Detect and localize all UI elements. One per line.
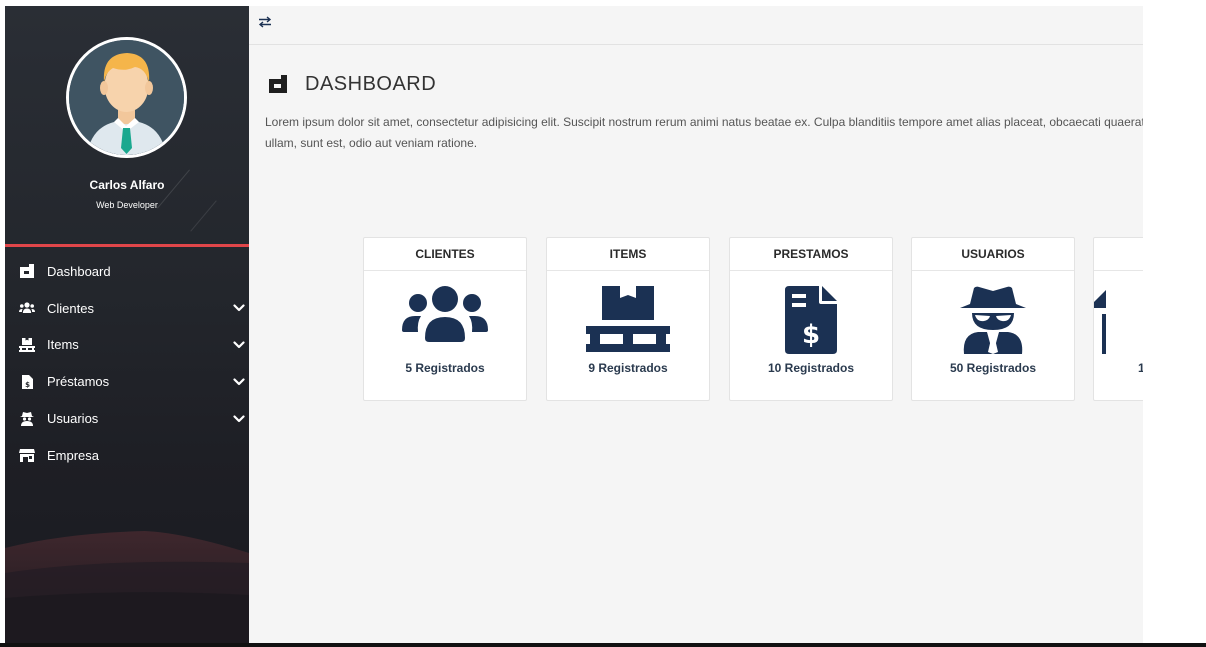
spy-icon — [19, 411, 35, 427]
users-icon — [364, 286, 526, 356]
exchange-icon[interactable] — [258, 15, 272, 29]
sidebar-item-clientes[interactable]: Clientes — [5, 290, 249, 327]
page-title: DASHBOARD — [305, 72, 437, 95]
sidebar-item-label: Préstamos — [47, 374, 110, 390]
spy-icon — [912, 286, 1074, 356]
avatar-image — [69, 40, 184, 155]
card-clientes[interactable]: CLIENTES 5 Registrados — [363, 237, 527, 401]
sidebar-item-dashboard[interactable]: Dashboard — [5, 253, 249, 290]
sidebar-item-empresa[interactable]: Empresa — [5, 437, 249, 474]
sidebar-item-label: Usuarios — [47, 411, 99, 427]
card-title — [1094, 238, 1143, 271]
card-count: 9 Registrados — [588, 361, 668, 375]
user-name: Carlos Alfaro — [89, 178, 165, 192]
profile-panel: Carlos Alfaro Web Developer — [5, 6, 249, 244]
pallet-icon — [19, 337, 35, 353]
card-usuarios[interactable]: USUARIOS 50 Registrados — [911, 237, 1075, 401]
svg-text:$: $ — [802, 320, 820, 350]
card-partial[interactable]: 1 — [1093, 237, 1143, 401]
main-content: DASHBOARD Lorem ipsum dolor sit amet, co… — [249, 6, 1143, 643]
sidebar: Carlos Alfaro Web Developer Dashboard Cl… — [5, 6, 249, 643]
card-title: PRESTAMOS — [730, 238, 892, 271]
sidebar-item-label: Clientes — [47, 300, 94, 316]
app-window: Carlos Alfaro Web Developer Dashboard Cl… — [0, 0, 1206, 647]
user-role: Web Developer — [96, 200, 158, 210]
card-title: ITEMS — [547, 238, 709, 271]
dashboard-icon — [19, 263, 35, 279]
window-bottom-border — [0, 643, 1206, 647]
card-count: 50 Registrados — [949, 361, 1037, 375]
card-title: USUARIOS — [912, 238, 1074, 271]
page-description: Lorem ipsum dolor sit amet, consectetur … — [265, 115, 1143, 150]
card-title: CLIENTES — [364, 238, 526, 271]
avatar[interactable] — [66, 37, 187, 158]
users-icon — [19, 300, 35, 316]
sidebar-item-items[interactable]: Items — [5, 327, 249, 364]
sidebar-background-image — [5, 531, 249, 643]
sidebar-menu: Dashboard Clientes Items $ Préstamos Usu… — [5, 253, 249, 474]
sidebar-divider — [5, 244, 249, 247]
card-prestamos[interactable]: PRESTAMOS $ 10 Registrados — [729, 237, 893, 401]
chevron-down-icon[interactable] — [233, 376, 245, 388]
sidebar-item-label: Empresa — [47, 447, 100, 463]
card-count: 10 Registrados — [767, 361, 855, 375]
sidebar-item-prestamos[interactable]: $ Préstamos — [5, 363, 249, 400]
sidebar-item-label: Items — [47, 337, 79, 353]
partial-icon — [1094, 286, 1143, 356]
chevron-down-icon[interactable] — [233, 339, 245, 351]
sidebar-item-usuarios[interactable]: Usuarios — [5, 400, 249, 437]
dashboard-icon — [269, 75, 287, 93]
chevron-down-icon[interactable] — [233, 302, 245, 314]
chevron-down-icon[interactable] — [233, 413, 245, 425]
sidebar-item-label: Dashboard — [47, 263, 111, 279]
pallet-icon — [547, 286, 709, 356]
card-count: 5 Registrados — [405, 361, 485, 375]
svg-text:$: $ — [25, 381, 30, 389]
top-navbar — [249, 6, 1143, 45]
blank-area — [1143, 0, 1206, 643]
invoice-icon: $ — [19, 374, 35, 390]
invoice-dollar-icon: $ — [730, 286, 892, 356]
card-items[interactable]: ITEMS 9 Registrados — [546, 237, 710, 401]
page-header: DASHBOARD — [269, 72, 436, 96]
store-icon — [19, 447, 35, 463]
